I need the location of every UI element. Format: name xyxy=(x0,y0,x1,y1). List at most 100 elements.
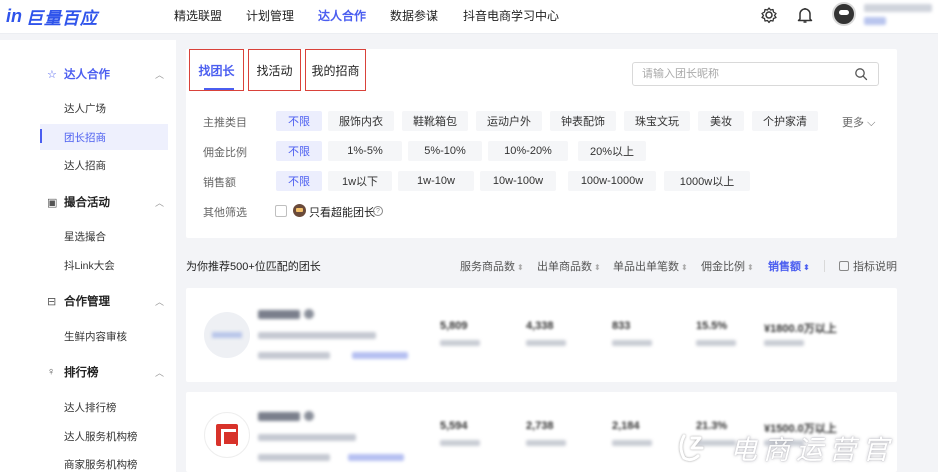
chip-label: 10w-100w xyxy=(492,175,544,187)
sort-ordered-products[interactable]: 出单商品数 ⬍ xyxy=(537,258,601,274)
sidebar-item-star-matching[interactable]: 星选撮合 xyxy=(40,223,168,249)
chip-label: 不限 xyxy=(288,116,310,128)
super-leader-label: 只看超能团长 xyxy=(309,207,375,219)
sort-arrows-icon: ⬍ xyxy=(747,263,754,272)
metric-label-redacted xyxy=(440,440,480,446)
chip-label: 运动户外 xyxy=(487,116,531,128)
sort-sales[interactable]: 销售额 ⬍ xyxy=(768,258,810,274)
bell-icon[interactable] xyxy=(796,6,814,24)
metric-label-redacted xyxy=(696,340,736,346)
user-avatar[interactable] xyxy=(832,2,856,26)
chip-label: 10%-20% xyxy=(504,145,552,157)
sidebar-item-douyin-link[interactable]: 抖Link大会 xyxy=(40,252,168,278)
tab-find-leader[interactable]: 找团长 xyxy=(189,49,244,91)
sidebar-item-influencer-ranking[interactable]: 达人排行榜 xyxy=(40,394,168,420)
chip-sales-under-1w[interactable]: 1w以下 xyxy=(328,171,392,191)
sidebar-group-influencer-cooperation[interactable]: ☆ 达人合作 ︿ xyxy=(0,64,176,84)
chip-category-personal-care[interactable]: 个护家清 xyxy=(752,111,818,131)
chip-label: 不限 xyxy=(288,176,310,188)
leader-link-redacted xyxy=(352,352,408,359)
indicator-help-link[interactable]: 指标说明 xyxy=(839,258,897,274)
nav-item-plan-management[interactable]: 计划管理 xyxy=(246,7,294,24)
tab-find-activity[interactable]: 找活动 xyxy=(248,49,301,91)
brand-logo[interactable]: in 巨量百应 xyxy=(6,4,98,28)
nav-item-influencer-cooperation[interactable]: 达人合作 xyxy=(318,7,366,24)
chip-category-any[interactable]: 不限 xyxy=(276,111,322,131)
sidebar-item-merchant-agency-ranking[interactable]: 商家服务机构榜 xyxy=(40,451,168,472)
calendar-icon: ▣ xyxy=(47,196,58,209)
sidebar-group-rankings[interactable]: ♀ 排行榜 ︿ xyxy=(0,362,176,382)
leader-card[interactable]: 5,809 4,338 833 15.5% ¥1800.0万以上 xyxy=(186,288,897,382)
sidebar-item-fresh-content-review[interactable]: 生鲜内容审核 xyxy=(40,323,168,349)
search-icon[interactable] xyxy=(854,67,868,81)
leader-link-redacted xyxy=(348,454,404,461)
sidebar-item-label: 达人排行榜 xyxy=(64,401,117,414)
help-icon[interactable]: ? xyxy=(373,206,383,216)
metric-label-redacted xyxy=(526,340,566,346)
metric-label-redacted xyxy=(764,340,804,346)
nav-item-selected-alliance[interactable]: 精选联盟 xyxy=(174,7,222,24)
metric-service-products: 5,594 xyxy=(440,420,468,432)
chip-commission-5-10[interactable]: 5%-10% xyxy=(408,141,482,161)
metric-single-item-orders: 833 xyxy=(612,320,631,332)
sort-single-item-orders[interactable]: 单品出单笔数 ⬍ xyxy=(613,258,688,274)
chevron-up-icon: ︿ xyxy=(155,69,165,80)
gear-icon[interactable] xyxy=(760,6,778,24)
sidebar-item-label: 团长招商 xyxy=(64,131,106,144)
sidebar-item-label: 达人服务机构榜 xyxy=(64,430,138,443)
chip-category-shoes-bags[interactable]: 鞋靴箱包 xyxy=(402,111,468,131)
sidebar-group-label: 撮合活动 xyxy=(64,197,110,209)
chip-sales-100w-1000w[interactable]: 100w-1000w xyxy=(568,171,656,191)
sidebar-item-influencer-agency-ranking[interactable]: 达人服务机构榜 xyxy=(40,423,168,449)
sidebar-item-influencer-recruiting[interactable]: 达人招商 xyxy=(40,152,168,178)
chip-sales-any[interactable]: 不限 xyxy=(276,171,322,191)
metric-ordered-products: 4,338 xyxy=(526,320,554,332)
chip-commission-1-5[interactable]: 1%-5% xyxy=(328,141,402,161)
metric-sales: ¥1800.0万以上 xyxy=(764,323,837,335)
sidebar-item-leader-recruiting[interactable]: 团长招商 xyxy=(40,124,168,150)
chip-commission-10-20[interactable]: 10%-20% xyxy=(488,141,568,161)
chip-sales-10w-100w[interactable]: 10w-100w xyxy=(480,171,556,191)
nav-item-data-advisor[interactable]: 数据参谋 xyxy=(390,7,438,24)
sort-label: 出单商品数 xyxy=(537,261,592,273)
chip-commission-20-plus[interactable]: 20%以上 xyxy=(578,141,646,161)
metric-service-products: 5,809 xyxy=(440,320,468,332)
chip-category-apparel[interactable]: 服饰内衣 xyxy=(328,111,394,131)
metric-commission: 15.5% xyxy=(696,320,728,332)
search-input[interactable] xyxy=(642,68,842,80)
chip-category-jewelry[interactable]: 珠宝文玩 xyxy=(624,111,690,131)
sidebar-item-label: 星选撮合 xyxy=(64,230,106,243)
chip-commission-any[interactable]: 不限 xyxy=(276,141,322,161)
sidebar-group-cooperation-management[interactable]: ⊟ 合作管理 ︿ xyxy=(0,291,176,311)
chip-sales-1w-10w[interactable]: 1w-10w xyxy=(398,171,474,191)
user-name-redacted xyxy=(864,4,932,12)
more-categories-button[interactable]: 更多 ⌵ xyxy=(842,114,875,130)
info-square-icon xyxy=(839,261,849,271)
active-tab-underline xyxy=(204,88,234,90)
chip-label: 1w以下 xyxy=(341,176,379,188)
filter-label: 主推类目 xyxy=(203,117,247,129)
filter-row-category: 主推类目 不限 服饰内衣 鞋靴箱包 运动户外 钟表配饰 珠宝文玩 美妆 个护家清… xyxy=(186,111,897,131)
chip-category-beauty[interactable]: 美妆 xyxy=(698,111,744,131)
chip-category-watches[interactable]: 钟表配饰 xyxy=(550,111,616,131)
sort-desc-icon: ⬍ xyxy=(803,263,810,272)
leader-avatar xyxy=(204,312,250,358)
chip-label: 钟表配饰 xyxy=(561,116,605,128)
tab-my-recruiting[interactable]: 我的招商 xyxy=(305,49,366,91)
sort-arrows-icon: ⬍ xyxy=(594,263,601,272)
sidebar-item-label: 达人招商 xyxy=(64,159,106,172)
nav-item-learning-center[interactable]: 抖音电商学习中心 xyxy=(463,7,559,24)
metric-label-redacted xyxy=(526,440,566,446)
chip-category-outdoor[interactable]: 运动户外 xyxy=(476,111,542,131)
sidebar-group-matching-events[interactable]: ▣ 撮合活动 ︿ xyxy=(0,192,176,212)
super-leader-checkbox[interactable] xyxy=(275,205,287,217)
sort-service-products[interactable]: 服务商品数 ⬍ xyxy=(460,258,524,274)
leader-name-redacted xyxy=(258,310,300,319)
sidebar-item-influencer-square[interactable]: 达人广场 xyxy=(40,95,168,121)
chip-sales-1000w-plus[interactable]: 1000w以上 xyxy=(664,171,750,191)
divider xyxy=(824,260,825,272)
filter-row-other: 其他筛选 只看超能团长 ? xyxy=(186,201,897,221)
sort-commission[interactable]: 佣金比例 ⬍ xyxy=(701,258,754,274)
metric-label-redacted xyxy=(612,440,652,446)
sidebar-item-label: 达人广场 xyxy=(64,102,106,115)
